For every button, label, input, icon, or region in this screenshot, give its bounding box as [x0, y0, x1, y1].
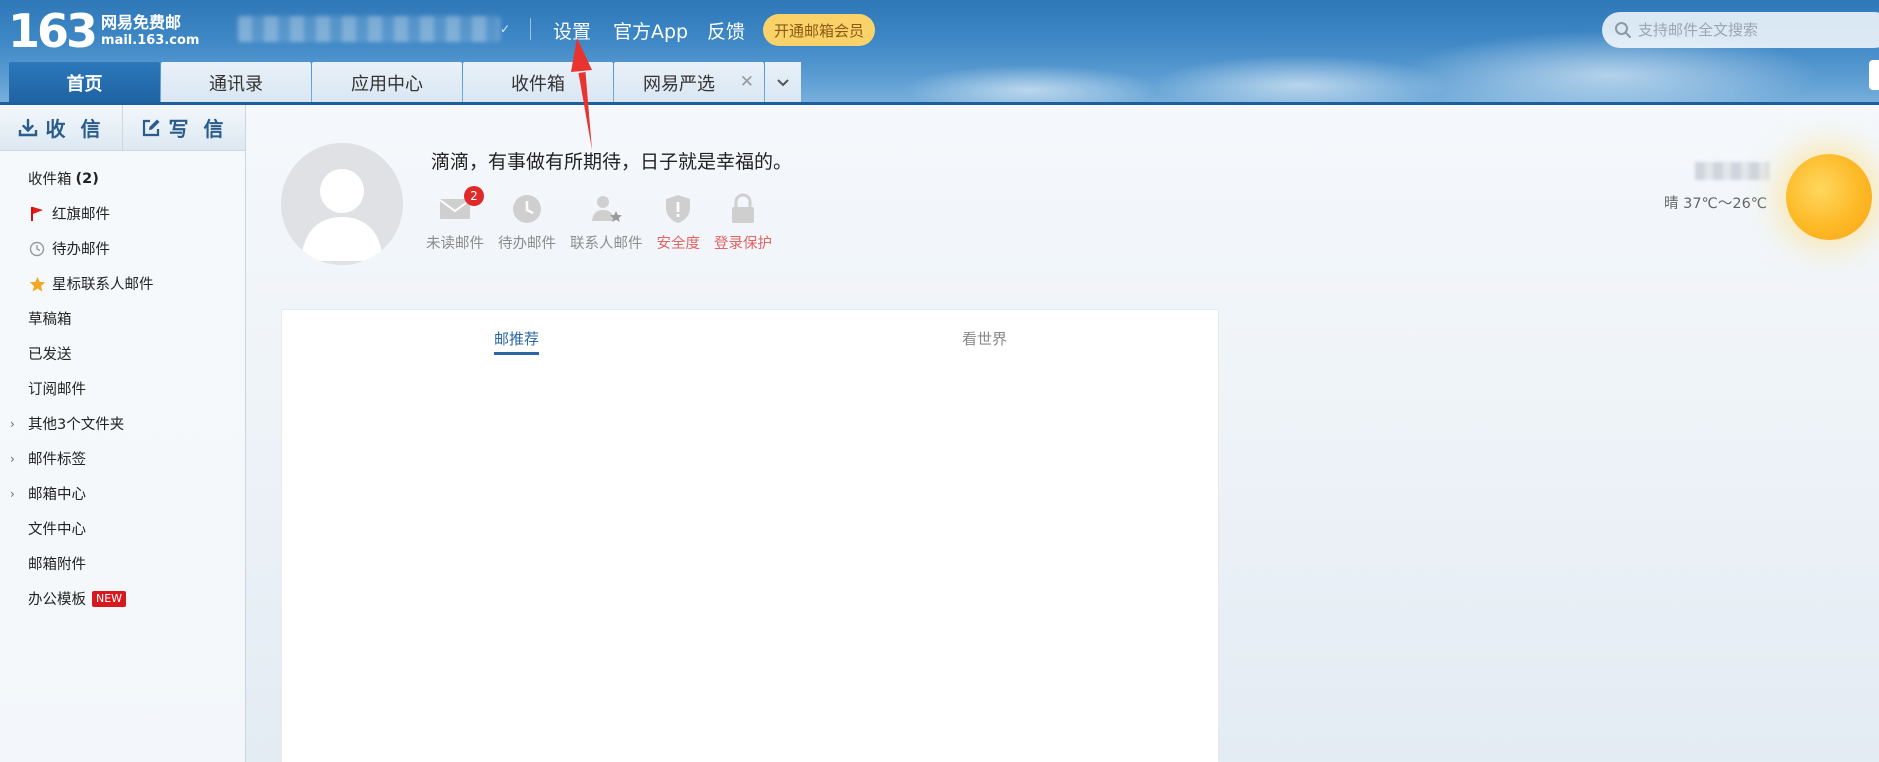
folder-label: 其他3个文件夹 — [28, 417, 125, 433]
tab-mail-recommend[interactable]: 邮推荐 — [494, 328, 540, 355]
stat-label: 待办邮件 — [498, 236, 556, 252]
header-divider — [530, 18, 531, 40]
clock-icon — [512, 190, 542, 228]
greeting-text: 滴滴，有事做有所期待，日子就是幸福的。 — [431, 151, 793, 173]
user-silhouette-icon — [301, 169, 383, 261]
shield-icon — [664, 190, 692, 228]
red-flag-icon — [28, 205, 46, 223]
avatar[interactable] — [281, 143, 403, 265]
folder-sent[interactable]: 已发送 — [0, 336, 245, 371]
weather-text: 晴 37℃～26℃ — [1664, 196, 1768, 212]
stat-unread[interactable]: 2 未读邮件 — [426, 186, 484, 253]
search-input[interactable] — [1638, 21, 1868, 39]
new-badge: NEW — [92, 590, 127, 607]
mailbox-stats: 2 未读邮件 待办邮件 联系人邮件 安全度 登录保护 — [426, 186, 786, 253]
compose-bar: 收 信 写 信 — [0, 105, 245, 151]
folder-other-folders[interactable]: › 其他3个文件夹 — [0, 406, 245, 441]
receive-mail-label: 收 信 — [45, 117, 105, 141]
stat-security[interactable]: 安全度 — [656, 190, 701, 253]
chevron-right-icon[interactable]: › — [10, 452, 15, 466]
tab-yanxuan[interactable]: 网易严选 ✕ — [614, 62, 764, 103]
folder-label: 邮箱附件 — [28, 557, 86, 573]
lock-icon — [729, 190, 757, 228]
stat-label: 联系人邮件 — [570, 236, 643, 252]
folder-subscriptions[interactable]: 订阅邮件 — [0, 371, 245, 406]
folder-file-center[interactable]: 文件中心 — [0, 511, 245, 546]
logo-number: 163 — [8, 4, 98, 58]
logo-title: 网易免费邮 — [101, 13, 182, 32]
contact-star-icon — [589, 190, 623, 228]
folder-label: 待办邮件 — [52, 242, 110, 258]
collapse-panel-button[interactable] — [1869, 60, 1879, 90]
chevron-right-icon[interactable]: › — [10, 487, 15, 501]
folder-attachments[interactable]: 邮箱附件 — [0, 546, 245, 581]
logo-domain: mail.163.com — [101, 33, 200, 48]
sun-weather-icon[interactable] — [1786, 154, 1872, 240]
feedback-link[interactable]: 反馈 — [707, 17, 745, 44]
folder-inbox[interactable]: 收件箱 (2) — [0, 161, 245, 196]
search-icon — [1615, 22, 1631, 38]
sidebar: 收 信 写 信 收件箱 (2) 红旗邮件 待办邮件 星标联系人邮件 草稿箱 已发… — [0, 105, 246, 762]
folder-list: 收件箱 (2) 红旗邮件 待办邮件 星标联系人邮件 草稿箱 已发送 订阅邮件 ›… — [0, 161, 245, 616]
stat-todo[interactable]: 待办邮件 — [498, 190, 556, 253]
receive-mail-button[interactable]: 收 信 — [0, 105, 122, 150]
folder-label: 已发送 — [28, 347, 72, 363]
folder-label: 红旗邮件 — [52, 207, 110, 223]
app-link[interactable]: 官方App — [613, 17, 688, 44]
account-name-blurred[interactable] — [238, 16, 500, 42]
folder-red-flag[interactable]: 红旗邮件 — [0, 196, 245, 231]
tab-contacts[interactable]: 通讯录 — [161, 62, 311, 103]
folder-label: 草稿箱 — [28, 312, 72, 328]
main-tabs: 首页 通讯录 应用中心 收件箱 网易严选 ✕ — [9, 62, 801, 103]
tab-inbox[interactable]: 收件箱 — [463, 62, 613, 103]
tab-label: 应用中心 — [351, 73, 423, 95]
tab-label: 收件箱 — [511, 73, 565, 95]
folder-label: 办公模板 — [28, 592, 86, 608]
chevron-right-icon[interactable]: › — [10, 417, 15, 431]
stat-label: 安全度 — [656, 236, 701, 252]
main-content: 滴滴，有事做有所期待，日子就是幸福的。 2 未读邮件 待办邮件 联系人邮件 安全… — [246, 105, 1879, 762]
tab-label: 通讯录 — [209, 73, 263, 95]
folder-label: 邮箱中心 — [28, 487, 86, 503]
stat-label: 未读邮件 — [426, 236, 484, 252]
logo[interactable]: 163 网易免费邮 mail.163.com — [8, 6, 199, 56]
folder-label: 文件中心 — [28, 522, 86, 538]
unread-count: (2) — [75, 170, 99, 187]
folder-office-templates[interactable]: 办公模板 NEW — [0, 581, 245, 616]
folder-mailbox-center[interactable]: › 邮箱中心 — [0, 476, 245, 511]
unread-badge: 2 — [464, 186, 484, 206]
stat-contacts[interactable]: 联系人邮件 — [570, 190, 643, 253]
clock-icon — [28, 240, 46, 258]
close-icon[interactable]: ✕ — [740, 72, 754, 92]
search-box[interactable] — [1602, 12, 1879, 48]
settings-link[interactable]: 设置 — [553, 17, 591, 44]
folder-label: 订阅邮件 — [28, 382, 86, 398]
feed-panel: 邮推荐 看世界 — [281, 309, 1219, 762]
chevron-down-icon — [777, 78, 789, 86]
folder-label: 收件箱 — [28, 172, 72, 188]
folder-drafts[interactable]: 草稿箱 — [0, 301, 245, 336]
tab-label: 首页 — [66, 73, 103, 95]
tab-app-center[interactable]: 应用中心 — [312, 62, 462, 103]
vip-membership-button[interactable]: 开通邮箱会员 — [763, 14, 875, 46]
compose-edit-icon — [142, 119, 160, 136]
stat-label: 登录保护 — [714, 236, 772, 252]
inbox-download-icon — [18, 118, 37, 136]
folder-label: 星标联系人邮件 — [52, 277, 154, 293]
tab-home[interactable]: 首页 — [9, 62, 160, 103]
folder-todo[interactable]: 待办邮件 — [0, 231, 245, 266]
folder-mail-tags[interactable]: › 邮件标签 — [0, 441, 245, 476]
location-blurred — [1695, 162, 1769, 180]
star-icon — [28, 275, 46, 293]
tab-see-world[interactable]: 看世界 — [962, 328, 1007, 349]
top-header: 163 网易免费邮 mail.163.com ✓ 设置 官方App 反馈 开通邮… — [0, 0, 1879, 104]
stat-login-protection[interactable]: 登录保护 — [714, 190, 772, 253]
write-mail-button[interactable]: 写 信 — [122, 105, 245, 150]
account-dropdown-icon[interactable]: ✓ — [500, 22, 510, 36]
more-tabs-button[interactable] — [765, 62, 801, 103]
folder-label: 邮件标签 — [28, 452, 86, 468]
write-mail-label: 写 信 — [168, 117, 228, 141]
folder-starred-contacts[interactable]: 星标联系人邮件 — [0, 266, 245, 301]
tab-label: 网易严选 — [643, 73, 715, 95]
